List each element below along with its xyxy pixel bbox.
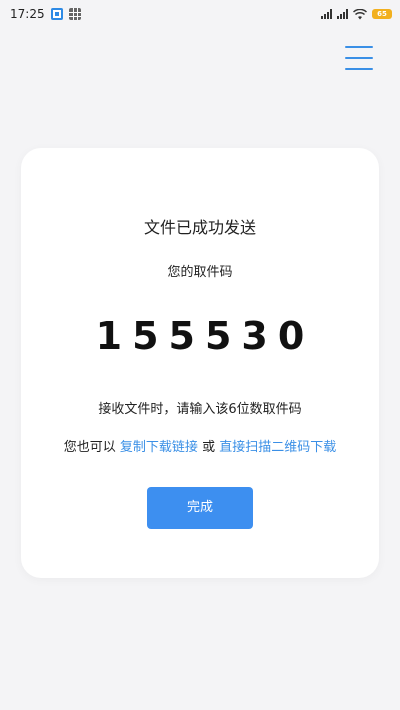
battery-icon: 65 (372, 9, 392, 19)
status-right: 65 (321, 8, 392, 20)
alternative-options: 您也可以 复制下载链接 或 直接扫描二维码下载 (21, 436, 379, 455)
status-time: 17:25 (10, 7, 45, 21)
app-notification-icon (50, 8, 63, 20)
signal-icon (337, 9, 348, 19)
done-button[interactable]: 完成 (147, 487, 253, 529)
alt-prefix: 您也可以 (63, 440, 116, 455)
status-left: 17:25 (10, 7, 81, 21)
send-success-card: 文件已成功发送 您的取件码 155530 接收文件时，请输入该6位数取件码 您也… (21, 148, 379, 578)
status-bar: 17:25 65 (0, 0, 400, 28)
pickup-code: 155530 (95, 314, 315, 358)
page-title: 文件已成功发送 (143, 218, 256, 237)
signal-icon (321, 9, 332, 19)
or-text: 或 (202, 440, 216, 455)
scan-qr-link[interactable]: 直接扫描二维码下载 (219, 440, 336, 455)
instruction-text: 接收文件时，请输入该6位数取件码 (98, 402, 302, 417)
hamburger-menu-icon[interactable] (345, 46, 373, 70)
copy-download-link[interactable]: 复制下载链接 (120, 440, 198, 455)
code-label: 您的取件码 (167, 265, 233, 280)
grid-app-icon (68, 8, 81, 20)
wifi-icon (353, 8, 367, 19)
